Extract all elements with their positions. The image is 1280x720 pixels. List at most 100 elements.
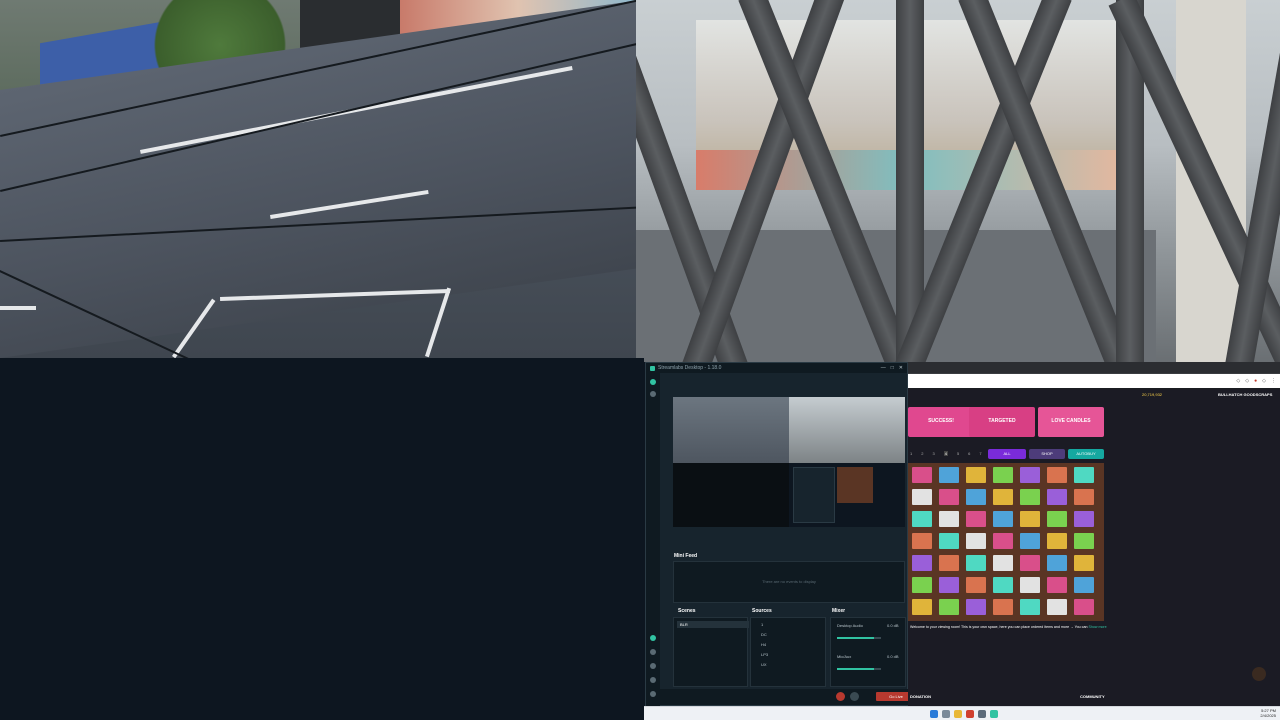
shelf-item[interactable] [939, 555, 959, 571]
footer-community[interactable]: COMMUNITY [1080, 694, 1105, 699]
shelf-item[interactable] [993, 511, 1013, 527]
shelf-item[interactable] [1074, 577, 1094, 593]
tab-all[interactable]: ALL [988, 449, 1026, 459]
minimize-button[interactable]: — [881, 365, 886, 371]
shelf-item[interactable] [939, 599, 959, 615]
shelf-item[interactable] [1047, 599, 1067, 615]
extension-icon[interactable]: ● [1254, 378, 1257, 384]
close-button[interactable]: ✕ [899, 365, 903, 371]
shelf-item[interactable] [939, 533, 959, 549]
tab-shop[interactable]: SHOP [1029, 449, 1065, 459]
shelf-item[interactable] [993, 489, 1013, 505]
chat-bubble-icon[interactable] [1252, 667, 1266, 681]
shelf-item[interactable] [1074, 489, 1094, 505]
shelf-item[interactable] [993, 533, 1013, 549]
page-number[interactable]: 1 [910, 451, 912, 456]
shelf-item[interactable] [1020, 577, 1040, 593]
shelf-item[interactable] [912, 577, 932, 593]
studio-preview[interactable] [673, 397, 905, 527]
shelf-item[interactable] [939, 467, 959, 483]
profile-icon[interactable] [650, 691, 656, 697]
user-name[interactable]: BULLHATCH GOODSCRAPS [1218, 392, 1272, 397]
page-number[interactable]: 3 [932, 451, 934, 456]
mic-aux-slider[interactable] [837, 668, 881, 670]
source-item[interactable]: 1 [761, 622, 763, 627]
shelf-item[interactable] [1020, 467, 1040, 483]
menu-icon[interactable]: ⋮ [1271, 378, 1276, 384]
shelf-item[interactable] [966, 577, 986, 593]
shelf-item[interactable] [912, 511, 932, 527]
file-explorer-icon[interactable] [954, 710, 962, 718]
page-number[interactable]: 7 [979, 451, 981, 456]
shelf-item[interactable] [1074, 467, 1094, 483]
shelf-item[interactable] [1074, 555, 1094, 571]
shelf-item[interactable] [966, 555, 986, 571]
shelf-item[interactable] [1047, 467, 1067, 483]
footer-donation[interactable]: DONATION [910, 694, 931, 699]
shelf-item[interactable] [993, 577, 1013, 593]
maximize-button[interactable]: □ [891, 365, 894, 371]
highlighter-icon[interactable] [650, 649, 656, 655]
source-item[interactable]: LP3 [761, 652, 768, 657]
shelf-item[interactable] [939, 489, 959, 505]
shelf-item[interactable] [912, 489, 932, 505]
source-item[interactable]: DC [761, 632, 767, 637]
browser-toolbar[interactable]: ◇ ◇ ● ◇ ⋮ [908, 374, 1280, 388]
shelf-item[interactable] [912, 467, 932, 483]
shelf-item[interactable] [966, 467, 986, 483]
shelf-item[interactable] [1047, 511, 1067, 527]
shelf-item[interactable] [966, 489, 986, 505]
shelf-item[interactable] [912, 599, 932, 615]
shelf-item[interactable] [993, 467, 1013, 483]
shelf-item[interactable] [1047, 489, 1067, 505]
shelf-item[interactable] [1047, 555, 1067, 571]
page-number[interactable]: 5 [957, 451, 959, 456]
shelf-item[interactable] [1020, 511, 1040, 527]
shelf-item[interactable] [993, 555, 1013, 571]
apps-icon[interactable] [650, 635, 656, 641]
shelf-item[interactable] [1047, 577, 1067, 593]
extension-icon[interactable]: ◇ [1262, 378, 1266, 384]
shelf-item[interactable] [1074, 511, 1094, 527]
page-number[interactable]: 4 [943, 451, 948, 456]
shelf-item[interactable] [1074, 599, 1094, 615]
record-button[interactable] [836, 692, 845, 701]
start-icon[interactable] [930, 710, 938, 718]
shelf-item[interactable] [1020, 555, 1040, 571]
store-icon[interactable] [978, 710, 986, 718]
replay-button[interactable] [850, 692, 859, 701]
promo-banner[interactable]: LOVE CANDLES [1038, 407, 1104, 437]
tab-autobuy[interactable]: AUTOBUY [1068, 449, 1104, 459]
shelf-item[interactable] [966, 599, 986, 615]
shelf-item[interactable] [939, 577, 959, 593]
browser-tabbar[interactable] [908, 362, 1280, 374]
shelf-item[interactable] [1020, 489, 1040, 505]
desktop-audio-slider[interactable] [837, 637, 881, 639]
shelf-item[interactable] [1020, 599, 1040, 615]
editor-icon[interactable] [650, 379, 656, 385]
streamlabs-titlebar[interactable]: Streamlabs Desktop - 1.18.0 — □ ✕ [646, 363, 907, 373]
search-icon[interactable] [942, 710, 950, 718]
page-number[interactable]: 2 [921, 451, 923, 456]
extension-icon[interactable]: ◇ [1245, 378, 1249, 384]
source-item[interactable]: UX [761, 662, 767, 667]
shelf-item[interactable] [912, 555, 932, 571]
system-clock[interactable]: 5:27 PM 2/4/2025 [1260, 708, 1276, 718]
shelf-item[interactable] [939, 511, 959, 527]
shelf-item[interactable] [912, 533, 932, 549]
promo-banner[interactable]: SUCCESS! [908, 407, 974, 437]
shelf-item[interactable] [993, 599, 1013, 615]
shelf-item[interactable] [966, 511, 986, 527]
scene-item[interactable]: BLR [677, 621, 749, 628]
extension-icon[interactable]: ◇ [1236, 378, 1240, 384]
shelf-item[interactable] [966, 533, 986, 549]
source-item[interactable]: H4 [761, 642, 766, 647]
help-icon[interactable] [650, 677, 656, 683]
shelf-item[interactable] [1020, 533, 1040, 549]
themes-icon[interactable] [650, 391, 656, 397]
page-number[interactable]: 6 [968, 451, 970, 456]
shelf-item[interactable] [1047, 533, 1067, 549]
show-more-link[interactable]: Show more [1088, 625, 1106, 629]
browser-icon[interactable] [966, 710, 974, 718]
streamlabs-icon[interactable] [990, 710, 998, 718]
